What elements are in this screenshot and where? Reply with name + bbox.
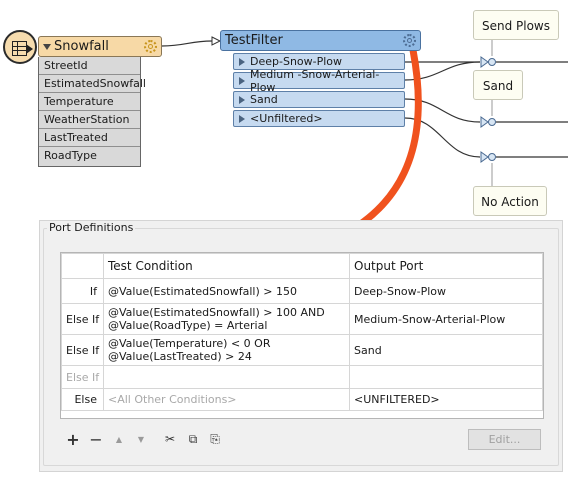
condition-cell[interactable]: @Value(EstimatedSnowfall) > 150 [103,278,350,304]
group-title: Port Definitions [47,221,136,234]
header-output-port[interactable]: Output Port [349,253,543,279]
table-row[interactable]: Else If [61,365,543,389]
port-label: <Unfiltered> [250,112,323,125]
paste-button[interactable]: ⎘ [206,430,224,448]
condition-text: @Value(EstimatedSnowfall) > 150 [108,284,297,298]
attribute-item[interactable]: WeatherStation [39,111,140,129]
attribute-item[interactable]: Temperature [39,93,140,111]
table-row[interactable]: Else If @Value(EstimatedSnowfall) > 100 … [61,303,543,335]
table-row[interactable]: Else If @Value(Temperature) < 0 OR @Valu… [61,334,543,366]
copy-button[interactable]: ⧉ [184,430,202,448]
condition-cell[interactable]: @Value(Temperature) < 0 OR @Value(LastTr… [103,334,350,366]
add-row-button[interactable]: + [64,430,82,449]
port-arrow-icon [239,57,245,66]
port-definitions-table: Test Condition Output Port If @Value(Est… [60,252,544,419]
reader-name: Snowfall [54,39,109,54]
collapse-icon[interactable] [43,43,51,50]
output-port-cell[interactable]: Sand [349,334,543,366]
port-arrow-icon [239,76,245,85]
cut-button[interactable]: ✂ [161,430,179,448]
connection-arrowhead [211,36,222,46]
table-row[interactable]: If @Value(EstimatedSnowfall) > 150 Deep-… [61,278,543,304]
output-port-cell[interactable]: Deep-Snow-Plow [349,278,543,304]
reader-icon[interactable] [3,30,37,64]
output-port-cell[interactable] [349,365,543,389]
edit-button[interactable]: Edit... [468,429,541,450]
condition-cell[interactable]: @Value(EstimatedSnowfall) > 100 AND @Val… [103,303,350,335]
transformer-name: TestFilter [225,33,283,48]
port-label: Medium -Snow-Arterial-Plow [250,67,380,94]
table-row[interactable]: Else <All Other Conditions> <UNFILTERED> [61,388,543,411]
output-port-sand[interactable]: Sand [233,91,405,108]
port-arrow-icon [239,114,245,123]
attribute-item[interactable]: EstimatedSnowfall [39,75,146,93]
condition-text: @Value(LastTreated) > 24 [108,350,252,363]
connection-snowfall-testfilter [161,40,213,47]
attribute-item[interactable]: StreetId [39,57,140,75]
output-port-unfiltered[interactable]: <Unfiltered> [233,110,405,127]
output-port-medium-snow[interactable]: Medium -Snow-Arterial-Plow [233,68,405,94]
attribute-item[interactable]: LastTreated [39,129,140,147]
testfilter-header[interactable]: TestFilter [220,30,421,51]
row-label: Else [61,388,104,411]
reader-snowfall-header[interactable]: Snowfall [38,36,162,57]
attribute-item[interactable]: RoadType [39,147,140,165]
condition-text: @Value(RoadType) = Arterial [108,319,268,332]
output-port-cell[interactable]: Medium-Snow-Arterial-Plow [349,303,543,335]
port-label: Deep-Snow-Plow [250,55,343,68]
gear-icon[interactable] [403,34,416,47]
row-label: If [61,278,104,304]
condition-cell[interactable] [103,365,350,389]
header-label [61,253,104,279]
row-label: Else If [61,365,104,389]
row-label: Else If [61,303,104,335]
row-label: Else If [61,334,104,366]
condition-cell[interactable]: <All Other Conditions> [103,388,350,411]
arrow-right-icon [26,44,33,54]
output-port-cell[interactable]: <UNFILTERED> [349,388,543,411]
port-label: Sand [250,93,278,106]
annotation-sand[interactable]: Sand [473,70,523,100]
annotation-send-plows[interactable]: Send Plows [473,10,559,40]
remove-row-button[interactable]: − [87,430,105,449]
condition-text: @Value(Temperature) < 0 OR [108,337,271,350]
condition-text: @Value(EstimatedSnowfall) > 100 AND [108,306,325,319]
gear-icon[interactable] [144,40,157,53]
port-arrow-icon [239,95,245,104]
table-icon [12,41,27,56]
move-down-button[interactable]: ▼ [132,430,150,448]
header-test-condition[interactable]: Test Condition [103,253,350,279]
annotation-no-action[interactable]: No Action [473,186,547,216]
reader-attribute-list: StreetId EstimatedSnowfall Temperature W… [38,57,146,167]
move-up-button[interactable]: ▲ [110,430,128,448]
